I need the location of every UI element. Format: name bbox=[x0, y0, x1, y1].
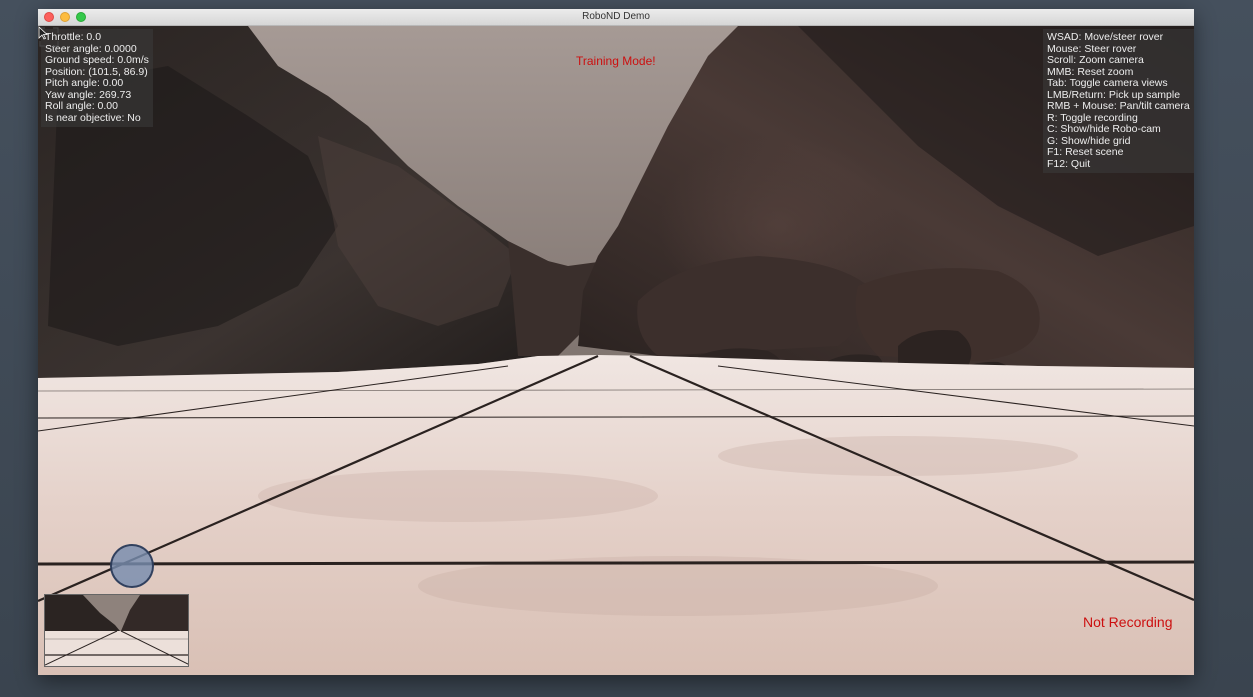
pitch-angle-readout: Pitch angle: 0.00 bbox=[45, 77, 124, 89]
robo-cam-preview bbox=[44, 594, 189, 667]
ground bbox=[38, 355, 1194, 675]
help-line-wsad: WSAD: Move/steer rover bbox=[1047, 31, 1164, 43]
near-objective-readout: Is near objective: No bbox=[45, 111, 141, 124]
app-window: RoboND Demo Throttle: 0.0 Steer angle: 0… bbox=[38, 9, 1194, 675]
help-line-scroll: Scroll: Zoom camera bbox=[1047, 54, 1144, 66]
roll-angle-readout: Roll angle: 0.00 bbox=[45, 100, 118, 112]
title-bar[interactable]: RoboND Demo bbox=[38, 9, 1194, 26]
robo-cam-image bbox=[45, 595, 188, 666]
desktop-background: RoboND Demo Throttle: 0.0 Steer angle: 0… bbox=[0, 0, 1253, 697]
virtual-joystick[interactable] bbox=[110, 544, 154, 588]
ground-shadow-2 bbox=[718, 436, 1078, 476]
window-title: RoboND Demo bbox=[582, 11, 650, 22]
help-line-tab: Tab: Toggle camera views bbox=[1047, 77, 1168, 89]
grid-line-horizontal-near bbox=[38, 560, 1194, 566]
controls-help-panel: WSAD: Move/steer rover Mouse: Steer rove… bbox=[1043, 29, 1194, 173]
simulator-viewport[interactable]: Throttle: 0.0 Steer angle: 0.0000 Ground… bbox=[38, 26, 1194, 675]
ground-shadow-3 bbox=[418, 556, 938, 616]
help-line-rmb: RMB + Mouse: Pan/tilt camera bbox=[1047, 100, 1190, 112]
terrain-scene bbox=[38, 26, 1194, 675]
training-mode-label: Training Mode! bbox=[576, 54, 656, 68]
ground-speed-readout: Ground speed: 0.0m/s bbox=[45, 54, 149, 66]
help-line-reset: F1: Reset scene bbox=[1047, 146, 1124, 158]
help-line-quit: F12: Quit bbox=[1047, 157, 1091, 170]
recording-status-label: Not Recording bbox=[1083, 614, 1173, 630]
help-line-robocam: C: Show/hide Robo-cam bbox=[1047, 123, 1161, 135]
throttle-readout: Throttle: 0.0 bbox=[45, 31, 102, 43]
mouse-pointer-icon bbox=[38, 26, 48, 40]
